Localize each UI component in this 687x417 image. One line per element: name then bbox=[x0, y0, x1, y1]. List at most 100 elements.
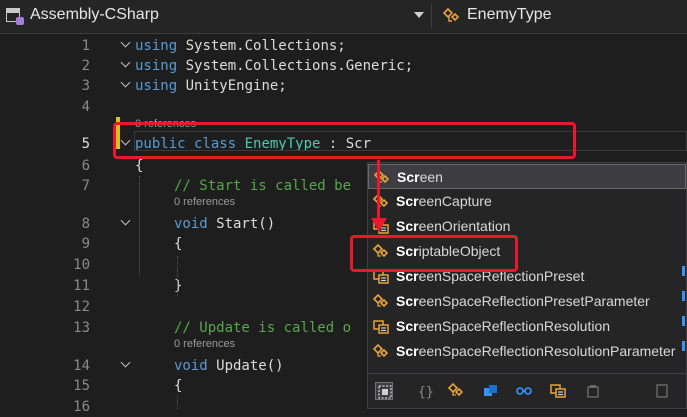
line-number: 14 bbox=[73, 358, 90, 374]
match-highlight: Scr bbox=[396, 193, 419, 209]
line-number: 13 bbox=[73, 320, 90, 336]
code-token: System.Collections; bbox=[177, 38, 346, 54]
completion-item-label: ScreenSpaceReflectionResolutionParameter bbox=[396, 343, 675, 359]
label-rest: eenCapture bbox=[418, 193, 492, 209]
indent-guide bbox=[139, 176, 140, 276]
code-line[interactable]: void Start() bbox=[174, 214, 275, 234]
match-highlight: Scr bbox=[397, 169, 420, 185]
completion-item[interactable]: ScreenSpaceReflectionResolution bbox=[368, 314, 686, 339]
struct-filter-icon[interactable] bbox=[481, 382, 499, 400]
line-number: 6 bbox=[81, 158, 90, 174]
line-number: 15 bbox=[73, 378, 90, 394]
code-token: // Update is called o bbox=[174, 320, 352, 336]
code-line[interactable]: } bbox=[174, 276, 182, 296]
completion-item[interactable]: ScreenCapture bbox=[368, 189, 686, 214]
completion-item-label: ScreenCapture bbox=[396, 193, 492, 209]
enum-icon bbox=[372, 318, 390, 335]
code-token: Start() bbox=[207, 216, 276, 232]
code-token: // Start is called be bbox=[174, 178, 352, 194]
match-highlight: Scr bbox=[396, 218, 419, 234]
chevron-down-icon[interactable] bbox=[121, 79, 131, 89]
chevron-down-icon[interactable] bbox=[121, 59, 131, 69]
code-line[interactable]: // Start is called be bbox=[174, 176, 351, 196]
code-line[interactable]: void Update() bbox=[174, 356, 284, 376]
completion-item-label: ScreenSpaceReflectionPresetParameter bbox=[396, 293, 650, 309]
line-number: 5 bbox=[81, 136, 90, 152]
scroll-marker bbox=[682, 341, 685, 351]
match-highlight: Scr bbox=[396, 293, 419, 309]
project-dropdown[interactable]: Assembly-CSharp bbox=[30, 6, 159, 24]
class-icon bbox=[373, 169, 391, 186]
line-number: 2 bbox=[81, 58, 90, 74]
completion-item[interactable]: ScreenSpaceReflectionResolutionParameter bbox=[368, 339, 686, 364]
code-line[interactable]: { bbox=[174, 376, 182, 396]
match-highlight: Scr bbox=[396, 318, 419, 334]
code-line[interactable]: // Update is called o bbox=[174, 318, 351, 338]
namespace-filter-icon[interactable]: {} bbox=[415, 382, 434, 400]
code-token: System.Collections.Generic; bbox=[177, 58, 414, 74]
completion-item[interactable]: Screen bbox=[368, 164, 686, 189]
chevron-down-icon[interactable] bbox=[121, 217, 131, 227]
class-icon bbox=[372, 193, 390, 210]
module-filter-icon[interactable] bbox=[653, 382, 671, 400]
class-filter-icon[interactable] bbox=[447, 382, 465, 400]
match-highlight: Scr bbox=[396, 343, 419, 359]
interface-filter-icon[interactable] bbox=[515, 382, 533, 400]
code-token: } bbox=[174, 278, 183, 294]
annotation-highlight-class bbox=[113, 122, 576, 159]
line-number: 7 bbox=[81, 178, 90, 194]
project-icon bbox=[6, 8, 24, 25]
annotation-arrow-head bbox=[371, 218, 387, 232]
code-token: using bbox=[135, 58, 178, 74]
snippet-filter-icon[interactable] bbox=[375, 382, 393, 400]
completion-filter-bar: {} bbox=[368, 373, 686, 409]
code-token: { bbox=[135, 158, 144, 174]
line-number: 8 bbox=[81, 216, 90, 232]
completion-item[interactable]: ScreenSpaceReflectionPresetParameter bbox=[368, 289, 686, 314]
code-line[interactable]: { bbox=[135, 156, 143, 176]
line-number: 3 bbox=[81, 78, 90, 94]
code-token: UnityEngine; bbox=[177, 78, 287, 94]
code-line[interactable]: using UnityEngine; bbox=[135, 76, 287, 96]
delegate-filter-icon[interactable] bbox=[584, 382, 602, 400]
enum-filter-icon[interactable] bbox=[549, 382, 567, 400]
label-rest: eenSpaceReflectionPresetParameter bbox=[418, 293, 650, 309]
separator bbox=[431, 4, 432, 28]
scroll-marker bbox=[682, 316, 685, 326]
class-icon bbox=[372, 293, 390, 310]
line-number: 16 bbox=[73, 399, 90, 415]
scroll-marker bbox=[682, 266, 685, 276]
codelens-references[interactable]: 0 references bbox=[174, 196, 235, 208]
line-number: 11 bbox=[73, 278, 90, 294]
annotation-arrow bbox=[377, 160, 380, 220]
label-rest: een bbox=[419, 169, 443, 185]
svg-text:{}: {} bbox=[418, 385, 433, 400]
chevron-down-icon[interactable] bbox=[121, 39, 131, 49]
codelens-references[interactable]: 0 references bbox=[174, 338, 235, 350]
code-token: { bbox=[174, 378, 183, 394]
class-icon bbox=[442, 7, 460, 22]
indent-guide bbox=[177, 396, 178, 409]
code-token: { bbox=[174, 236, 183, 252]
label-rest: eenSpaceReflectionResolution bbox=[418, 318, 611, 334]
label-rest: eenOrientation bbox=[418, 218, 511, 234]
completion-list[interactable]: Screen ScreenCapture ScreenOrientation Scri… bbox=[367, 162, 687, 409]
completion-item-label: ScreenOrientation bbox=[396, 218, 510, 234]
indent-guide bbox=[177, 256, 178, 296]
chevron-down-icon[interactable] bbox=[121, 359, 131, 369]
line-number: 9 bbox=[81, 236, 90, 252]
code-line[interactable]: { bbox=[174, 234, 182, 254]
completion-item-label: Screen bbox=[397, 169, 443, 185]
code-line[interactable]: using System.Collections; bbox=[135, 36, 346, 56]
code-token: Update() bbox=[207, 358, 284, 374]
class-icon bbox=[372, 343, 390, 360]
line-number: 12 bbox=[73, 299, 90, 315]
chevron-down-icon[interactable] bbox=[414, 12, 424, 18]
completion-item-label: ScreenSpaceReflectionResolution bbox=[396, 318, 610, 334]
code-token: using bbox=[135, 78, 178, 94]
code-token: using bbox=[135, 38, 178, 54]
class-dropdown[interactable]: EnemyType bbox=[467, 6, 551, 24]
code-line[interactable]: using System.Collections.Generic; bbox=[135, 56, 413, 76]
code-token: void bbox=[174, 216, 208, 232]
navigation-bar: Assembly-CSharp EnemyType bbox=[0, 0, 687, 34]
